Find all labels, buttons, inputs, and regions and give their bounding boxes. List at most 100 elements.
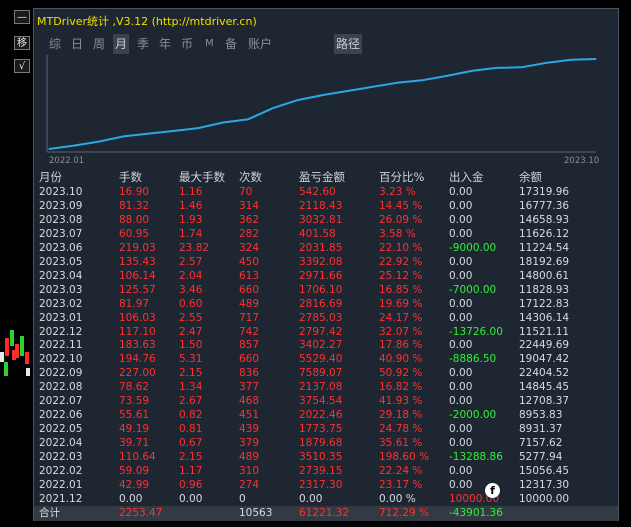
row-month: 2023.10 [39, 186, 83, 198]
row-balance: 12317.30 [519, 478, 570, 491]
row-lots: 39.71 [119, 437, 150, 450]
tab-quarter[interactable]: 季 [137, 34, 149, 54]
table-row: 2022.08 78.62 1.34 377 2137.08 16.82 % 0.00 148… [34, 380, 620, 395]
total-lots: 2253.47 [119, 507, 163, 519]
row-flow: 0.00 [449, 395, 473, 408]
row-max-lots: 23.82 [179, 241, 210, 254]
table-row: 2022.06 55.61 0.82 451 2022.46 29.18 % -2000.0… [34, 408, 620, 423]
table-header: 月份 手数 最大手数 次数 盈亏金额 百分比% 出入金 余额 [34, 169, 620, 185]
tab-path[interactable]: 路径 [334, 34, 363, 54]
header-percent: 百分比% [379, 170, 425, 184]
row-pnl: 1773.75 [299, 423, 343, 436]
window-title: MTDriver统计 ,V3.12 (http://mtdriver.cn) [37, 15, 257, 28]
row-flow: -9000.00 [449, 241, 497, 254]
row-lots: 49.19 [119, 423, 150, 436]
row-lots: 16.90 [119, 186, 150, 198]
row-lots: 81.97 [119, 297, 150, 310]
row-count: 717 [239, 311, 260, 324]
row-max-lots: 2.04 [179, 269, 203, 282]
row-flow: 0.00 [449, 478, 473, 491]
row-month: 2021.12 [39, 492, 83, 505]
row-balance: 8953.83 [519, 409, 563, 422]
row-lots: 88.00 [119, 213, 150, 226]
row-lots: 227.00 [119, 367, 156, 380]
tab-month[interactable]: 月 [113, 34, 130, 54]
header-deposit-withdrawal: 出入金 [449, 170, 484, 184]
row-month: 2022.11 [39, 339, 83, 352]
row-balance: 22404.52 [519, 367, 570, 380]
table-row: 2022.05 49.19 0.81 439 1773.75 24.78 % 0.00 893… [34, 422, 620, 437]
row-percent: 17.86 % [379, 339, 423, 352]
table-row: 2022.07 73.59 2.67 468 3754.54 41.93 % 0.00 127… [34, 394, 620, 409]
table-row: 2023.07 60.95 1.74 282 401.58 3.58 % 0.00 11626… [34, 227, 620, 242]
row-percent: 23.17 % [379, 478, 423, 491]
row-max-lots: 2.47 [179, 325, 203, 338]
row-percent: 22.24 % [379, 465, 423, 477]
tab-day[interactable]: 日 [71, 34, 83, 54]
row-balance: 11521.11 [519, 325, 570, 338]
row-percent: 16.82 % [379, 381, 423, 394]
row-flow: 0.00 [449, 297, 473, 310]
table-row: 2023.05 135.43 2.57 450 3392.08 22.92 % 0.00 18… [34, 255, 620, 270]
row-pnl: 3510.35 [299, 451, 343, 464]
row-flow: 0.00 [449, 423, 473, 436]
header-balance: 余额 [519, 170, 542, 184]
tab-overview[interactable]: 综 [49, 34, 61, 54]
row-month: 2022.05 [39, 423, 83, 436]
row-max-lots: 0.96 [179, 478, 203, 491]
row-balance: 15056.45 [519, 465, 570, 477]
row-pnl: 2785.03 [299, 311, 343, 324]
row-max-lots: 2.55 [179, 311, 203, 324]
row-pnl: 1879.68 [299, 437, 343, 450]
row-max-lots: 0.82 [179, 409, 203, 422]
row-month: 2023.08 [39, 213, 83, 226]
row-pnl: 7589.07 [299, 367, 343, 380]
move-button[interactable]: 移 [14, 36, 30, 50]
minimize-button[interactable]: — [14, 10, 30, 24]
row-month: 2022.08 [39, 381, 83, 394]
row-percent: 35.61 % [379, 437, 423, 450]
row-pnl: 542.60 [299, 186, 336, 198]
row-percent: 25.12 % [379, 269, 423, 282]
tab-year[interactable]: 年 [159, 34, 171, 54]
row-max-lots: 1.50 [179, 339, 203, 352]
tab-week[interactable]: 周 [93, 34, 105, 54]
row-max-lots: 0.67 [179, 437, 203, 450]
row-count: 362 [239, 213, 260, 226]
table-row: 2022.03 110.64 2.15 489 3510.35 198.60 % -1328… [34, 450, 620, 465]
row-pnl: 0.00 [299, 492, 323, 505]
total-row: 合计 2253.47 10563 61221.32 712.29 % -4390… [34, 506, 618, 521]
row-month: 2022.03 [39, 451, 83, 464]
tab-account[interactable]: 账户 [248, 34, 272, 54]
row-month: 2023.06 [39, 241, 83, 254]
row-month: 2023.02 [39, 297, 83, 310]
row-flow: 0.00 [449, 381, 473, 394]
tab-notes[interactable]: 备 [225, 34, 237, 54]
row-lots: 42.99 [119, 478, 150, 491]
table-row: 2022.01 42.99 0.96 274 2317.30 23.17 % 0.00 123… [34, 478, 620, 493]
equity-curve-chart: 2022.01 2023.10 [46, 55, 599, 165]
table-row: 2022.04 39.71 0.67 379 1879.68 35.61 % 0.00 715… [34, 436, 620, 451]
total-label: 合计 [39, 507, 60, 519]
header-lots: 手数 [119, 170, 142, 184]
row-balance: 8931.37 [519, 423, 563, 436]
x-end-label: 2023.10 [564, 156, 599, 165]
row-balance: 10000.00 [519, 492, 570, 505]
row-max-lots: 2.57 [179, 255, 203, 268]
row-pnl: 2031.85 [299, 241, 343, 254]
row-flow: 0.00 [449, 269, 473, 282]
row-balance: 11224.54 [519, 241, 570, 254]
row-balance: 18192.69 [519, 255, 570, 268]
row-count: 70 [239, 186, 253, 198]
check-button[interactable]: √ [14, 59, 30, 73]
row-flow: 0.00 [449, 339, 473, 352]
tab-currency[interactable]: 币 [181, 34, 193, 54]
row-month: 2022.10 [39, 353, 83, 366]
row-count: 314 [239, 199, 260, 212]
row-month: 2022.04 [39, 437, 83, 450]
total-flow: -43901.36 [449, 507, 503, 519]
row-pnl: 3392.08 [299, 255, 343, 268]
row-month: 2022.01 [39, 478, 83, 491]
tab-m[interactable]: M [205, 34, 214, 54]
row-flow: 0.00 [449, 465, 473, 477]
